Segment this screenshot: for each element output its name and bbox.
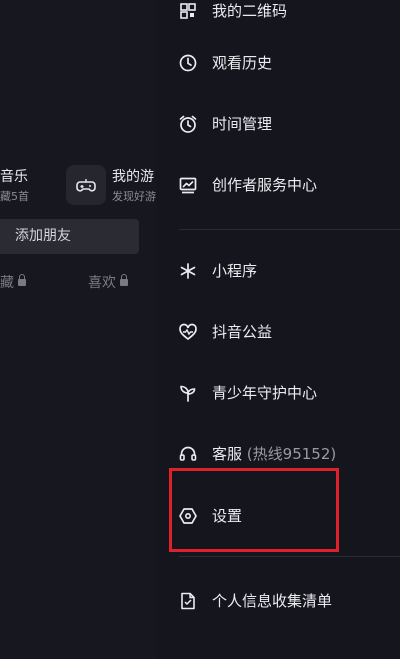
sprout-icon bbox=[178, 383, 198, 403]
lock-icon bbox=[18, 274, 26, 286]
menu-item-label: 客服 (热线95152) bbox=[212, 444, 336, 464]
lock-icon bbox=[120, 274, 128, 286]
game-title: 我的游 bbox=[112, 169, 154, 185]
menu-item-mini-program[interactable]: 小程序 bbox=[156, 251, 400, 291]
side-drawer-menu: 我的二维码 观看历史 时间管理 创作者服务中心 小程序 抖音公益 青少年守护中心… bbox=[156, 0, 400, 659]
headset-icon bbox=[178, 444, 198, 464]
document-icon bbox=[178, 591, 198, 611]
menu-item-label: 我的二维码 bbox=[212, 2, 288, 20]
menu-item-label: 青少年守护中心 bbox=[212, 384, 318, 402]
menu-item-label: 观看历史 bbox=[212, 54, 273, 72]
alarm-clock-icon bbox=[178, 114, 198, 134]
chart-icon bbox=[178, 175, 198, 195]
divider bbox=[179, 556, 400, 557]
divider bbox=[179, 229, 400, 230]
profile-page-background: 音乐 藏5首 我的游 发现好游 添加朋友 藏 喜欢 bbox=[0, 0, 156, 659]
heart-icon bbox=[178, 322, 198, 342]
menu-item-time-management[interactable]: 时间管理 bbox=[156, 104, 400, 144]
menu-item-label: 个人信息收集清单 bbox=[212, 592, 333, 610]
add-friend-button[interactable]: 添加朋友 bbox=[0, 219, 139, 254]
menu-item-douyin-charity[interactable]: 抖音公益 bbox=[156, 312, 400, 352]
menu-item-creator-center[interactable]: 创作者服务中心 bbox=[156, 165, 400, 205]
music-title: 音乐 bbox=[0, 169, 28, 185]
menu-item-label: 抖音公益 bbox=[212, 323, 273, 341]
qrcode-icon bbox=[178, 1, 198, 21]
menu-item-label: 小程序 bbox=[212, 262, 258, 280]
tab-collect[interactable]: 藏 bbox=[0, 272, 26, 292]
hotline-text: (热线95152) bbox=[246, 445, 337, 463]
game-subtitle: 发现好游 bbox=[112, 190, 156, 203]
menu-item-label: 创作者服务中心 bbox=[212, 176, 318, 194]
game-card[interactable] bbox=[66, 165, 106, 205]
menu-item-watch-history[interactable]: 观看历史 bbox=[156, 43, 400, 83]
mini-program-icon bbox=[178, 261, 198, 281]
gamepad-icon bbox=[76, 179, 96, 192]
menu-item-label: 时间管理 bbox=[212, 115, 273, 133]
menu-item-youth-protection[interactable]: 青少年守护中心 bbox=[156, 373, 400, 413]
menu-item-personal-info-list[interactable]: 个人信息收集清单 bbox=[156, 581, 400, 621]
clock-icon bbox=[178, 53, 198, 73]
menu-item-qrcode[interactable]: 我的二维码 bbox=[156, 0, 400, 31]
tab-like-label: 喜欢 bbox=[88, 275, 116, 291]
customer-service-label: 客服 bbox=[212, 445, 243, 463]
tab-collect-label: 藏 bbox=[0, 275, 14, 291]
highlight-box bbox=[169, 468, 339, 552]
tab-like[interactable]: 喜欢 bbox=[88, 272, 128, 292]
music-subtitle: 藏5首 bbox=[0, 190, 29, 203]
